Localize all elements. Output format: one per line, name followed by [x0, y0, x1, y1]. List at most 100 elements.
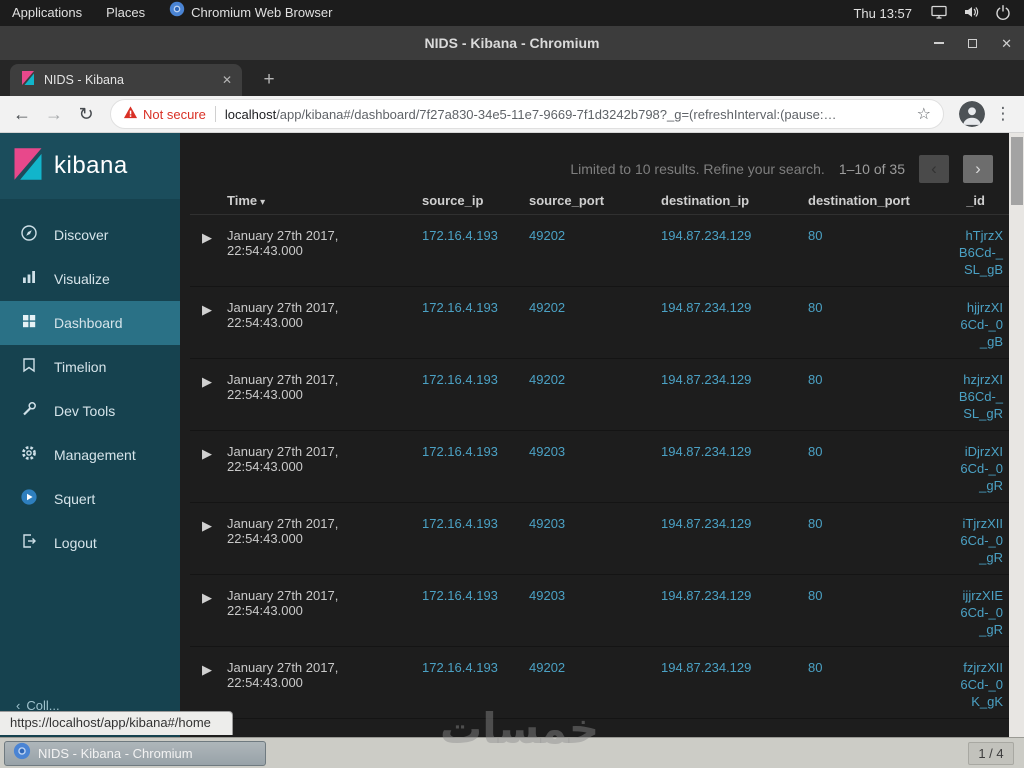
- cell-source-port[interactable]: 49202: [522, 372, 654, 387]
- cell-id[interactable]: fzjrzXII6Cd-_0K_gK: [930, 660, 1009, 711]
- column-header-source-ip[interactable]: source_ip: [415, 193, 522, 208]
- page-viewport: kibana Discover Visualize Dashboard: [0, 133, 1024, 737]
- places-menu[interactable]: Places: [94, 0, 157, 26]
- column-header-source-port[interactable]: source_port: [522, 193, 654, 208]
- sidebar-item-discover[interactable]: Discover: [0, 213, 180, 257]
- kibana-brand-text: kibana: [54, 152, 128, 180]
- not-secure-warning-icon[interactable]: [123, 105, 138, 123]
- cell-destination-port[interactable]: 80: [801, 660, 930, 675]
- cell-source-ip[interactable]: 172.16.4.193: [415, 228, 522, 243]
- workspace-pager[interactable]: 1 / 4: [968, 742, 1014, 765]
- cell-destination-port[interactable]: 80: [801, 300, 930, 315]
- cell-source-ip[interactable]: 172.16.4.193: [415, 444, 522, 459]
- browser-tab[interactable]: NIDS - Kibana ✕: [10, 64, 242, 96]
- result-range: 1–10 of 35: [839, 161, 905, 177]
- expand-row-icon[interactable]: ▶: [190, 588, 220, 606]
- cell-destination-ip[interactable]: 194.87.234.129: [654, 660, 801, 675]
- cell-source-ip[interactable]: 172.16.4.193: [415, 660, 522, 675]
- cell-destination-ip[interactable]: 194.87.234.129: [654, 372, 801, 387]
- cell-source-port[interactable]: 49203: [522, 588, 654, 603]
- forward-icon[interactable]: →: [38, 98, 70, 130]
- expand-row-icon[interactable]: ▶: [190, 372, 220, 390]
- browser-menu-icon[interactable]: ⋮: [992, 104, 1014, 124]
- expand-row-icon[interactable]: ▶: [190, 444, 220, 462]
- cell-destination-ip[interactable]: 194.87.234.129: [654, 588, 801, 603]
- column-header-destination-ip[interactable]: destination_ip: [654, 193, 801, 208]
- new-tab-button[interactable]: +: [256, 67, 282, 93]
- active-app-menu[interactable]: Chromium Web Browser: [157, 0, 344, 26]
- cell-source-port[interactable]: 49202: [522, 660, 654, 675]
- display-icon[interactable]: [930, 3, 948, 24]
- cell-destination-ip[interactable]: 194.87.234.129: [654, 516, 801, 531]
- cell-source-port[interactable]: 49203: [522, 444, 654, 459]
- cell-id[interactable]: iDjrzXI6Cd-_0_gR: [930, 444, 1009, 495]
- expand-row-icon[interactable]: ▶: [190, 516, 220, 534]
- clock[interactable]: Thu 13:57: [853, 6, 912, 21]
- table-row: ▶ January 27th 2017, 22:54:43.000 172.16…: [190, 575, 1009, 647]
- cell-destination-ip[interactable]: 194.87.234.129: [654, 228, 801, 243]
- cell-source-port[interactable]: 49202: [522, 300, 654, 315]
- close-button[interactable]: ✕: [1001, 37, 1012, 50]
- cell-source-port[interactable]: 49203: [522, 516, 654, 531]
- cell-destination-ip[interactable]: 194.87.234.129: [654, 300, 801, 315]
- address-bar[interactable]: Not secure localhost/app/kibana#/dashboa…: [110, 99, 944, 129]
- cell-destination-port[interactable]: 80: [801, 228, 930, 243]
- cell-id[interactable]: hzjrzXIB6Cd-_SL_gR: [930, 372, 1009, 423]
- cell-destination-ip[interactable]: 194.87.234.129: [654, 444, 801, 459]
- expand-row-icon[interactable]: ▶: [190, 300, 220, 318]
- kibana-logo[interactable]: kibana: [0, 133, 180, 199]
- next-page-button[interactable]: ›: [963, 155, 993, 183]
- sidebar-item-logout[interactable]: Logout: [0, 521, 180, 565]
- wrench-icon: [20, 400, 38, 423]
- kibana-sidebar: kibana Discover Visualize Dashboard: [0, 133, 180, 737]
- previous-page-button[interactable]: ‹: [919, 155, 949, 183]
- cell-id[interactable]: ijjrzXIE6Cd-_0_gR: [930, 588, 1009, 639]
- tab-close-icon[interactable]: ✕: [222, 73, 232, 87]
- sidebar-item-timelion[interactable]: Timelion: [0, 345, 180, 389]
- cell-source-ip[interactable]: 172.16.4.193: [415, 516, 522, 531]
- expand-row-icon[interactable]: ▶: [190, 660, 220, 678]
- page-scrollbar[interactable]: [1009, 133, 1024, 737]
- cell-source-ip[interactable]: 172.16.4.193: [415, 300, 522, 315]
- minimize-button[interactable]: [934, 42, 944, 44]
- table-row: ▶ January 27th 2017, 22:54:43.000 172.16…: [190, 287, 1009, 359]
- column-header-destination-port[interactable]: destination_port: [801, 193, 930, 208]
- power-icon[interactable]: [994, 3, 1012, 24]
- scrollbar-thumb[interactable]: [1011, 137, 1023, 205]
- cell-id[interactable]: hTjrzXB6Cd-_SL_gB: [930, 228, 1009, 279]
- column-header-time[interactable]: Time▾: [220, 193, 415, 208]
- back-icon[interactable]: ←: [6, 98, 38, 130]
- cell-destination-port[interactable]: 80: [801, 444, 930, 459]
- sidebar-item-label: Visualize: [54, 271, 110, 287]
- sidebar-item-devtools[interactable]: Dev Tools: [0, 389, 180, 433]
- cell-id[interactable]: hjjrzXI6Cd-_0_gB: [930, 300, 1009, 351]
- sidebar-item-squert[interactable]: Squert: [0, 477, 180, 521]
- security-label[interactable]: Not secure: [143, 107, 206, 122]
- window-title: NIDS - Kibana - Chromium: [424, 35, 599, 51]
- taskbar-window-button[interactable]: NIDS - Kibana - Chromium: [4, 741, 266, 766]
- maximize-button[interactable]: [968, 39, 977, 48]
- sidebar-item-dashboard[interactable]: Dashboard: [0, 301, 180, 345]
- active-app-label: Chromium Web Browser: [191, 0, 332, 26]
- cell-destination-port[interactable]: 80: [801, 372, 930, 387]
- url-text[interactable]: localhost/app/kibana#/dashboard/7f27a830…: [225, 107, 909, 122]
- sidebar-item-visualize[interactable]: Visualize: [0, 257, 180, 301]
- sidebar-item-management[interactable]: Management: [0, 433, 180, 477]
- expand-row-icon[interactable]: ▶: [190, 228, 220, 246]
- applications-menu[interactable]: Applications: [0, 0, 94, 26]
- bookmark-star-icon[interactable]: ☆: [917, 104, 931, 124]
- cell-source-ip[interactable]: 172.16.4.193: [415, 588, 522, 603]
- logout-icon: [20, 532, 38, 555]
- browser-toolbar: ← → ↻ Not secure localhost/app/kibana#/d…: [0, 96, 1024, 133]
- play-circle-icon: [20, 488, 38, 511]
- column-header-id[interactable]: _id: [930, 193, 1009, 208]
- cell-destination-port[interactable]: 80: [801, 516, 930, 531]
- cell-source-port[interactable]: 49202: [522, 228, 654, 243]
- cell-id[interactable]: iTjrzXII6Cd-_0_gR: [930, 516, 1009, 567]
- profile-avatar[interactable]: [959, 101, 985, 127]
- cell-destination-port[interactable]: 80: [801, 588, 930, 603]
- reload-icon[interactable]: ↻: [70, 98, 102, 130]
- cell-source-ip[interactable]: 172.16.4.193: [415, 372, 522, 387]
- volume-icon[interactable]: [962, 3, 980, 24]
- window-title-bar[interactable]: NIDS - Kibana - Chromium ✕: [0, 26, 1024, 60]
